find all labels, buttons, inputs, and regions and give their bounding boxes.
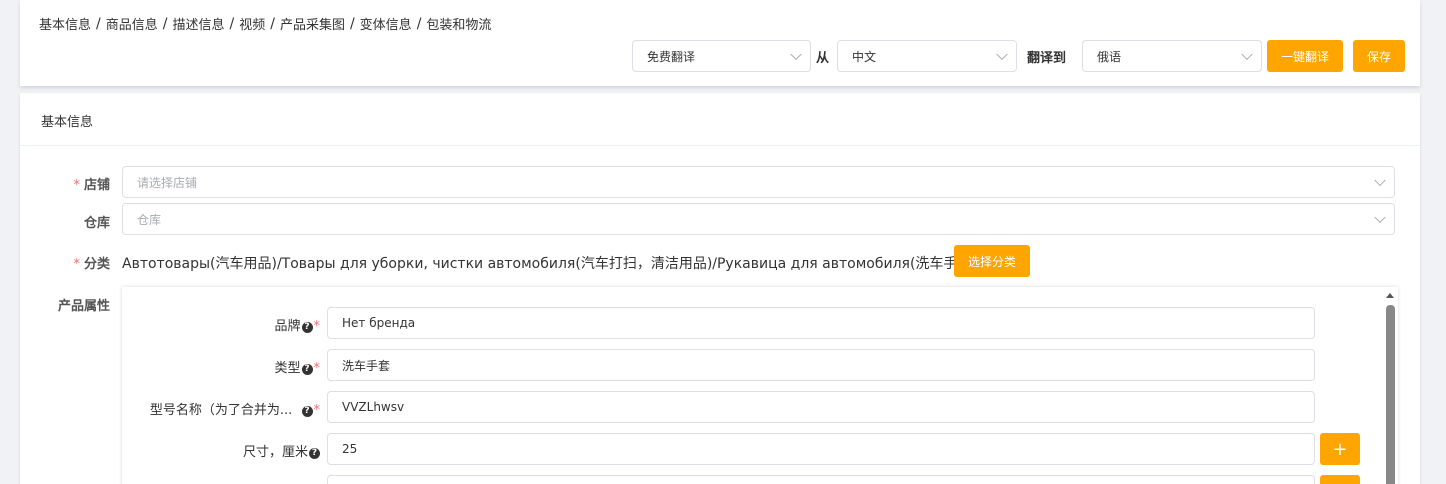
chevron-down-icon xyxy=(1241,48,1253,61)
attr-label-type: 类型? * xyxy=(274,361,320,376)
chevron-down-icon xyxy=(1374,211,1386,224)
required-mark: * xyxy=(73,257,80,272)
attr-input-brand[interactable]: Нет бренда xyxy=(327,307,1315,339)
store-select[interactable]: 请选择店铺 xyxy=(122,166,1395,198)
required-mark: * xyxy=(73,178,80,193)
attr-input-model-name[interactable]: VVZLhwsv xyxy=(327,391,1315,423)
one-click-translate-button[interactable]: 一键翻译 xyxy=(1267,40,1343,72)
nav-link-video[interactable]: 视频 xyxy=(239,14,265,33)
attr-input-next[interactable] xyxy=(327,475,1315,484)
target-language-select[interactable]: 俄语 xyxy=(1082,40,1262,72)
category-path: Автотовары(汽车用品)/Товары для уборки, чист… xyxy=(122,256,977,272)
help-icon[interactable]: ? xyxy=(301,322,313,333)
nav-link-product-info[interactable]: 商品信息 xyxy=(106,14,158,33)
nav-separator: / xyxy=(416,15,422,32)
nav-separator: / xyxy=(96,15,101,32)
add-value-button[interactable] xyxy=(1320,475,1360,484)
nav-separator: / xyxy=(162,15,168,32)
add-value-button[interactable]: + xyxy=(1320,433,1360,465)
chevron-down-icon xyxy=(1374,174,1386,187)
attributes-scrollbar[interactable] xyxy=(1382,287,1398,484)
select-category-button[interactable]: 选择分类 xyxy=(954,245,1030,277)
store-label: * 店铺 xyxy=(73,178,110,193)
source-language-value: 中文 xyxy=(852,49,877,64)
nav-separator: / xyxy=(229,15,235,32)
scroll-up-arrow-icon[interactable] xyxy=(1386,293,1394,298)
save-button[interactable]: 保存 xyxy=(1353,40,1405,72)
scrollbar-thumb[interactable] xyxy=(1386,305,1395,484)
target-language-value: 俄语 xyxy=(1097,49,1122,64)
nav-link-collected-images[interactable]: 产品采集图 xyxy=(280,14,345,33)
warehouse-placeholder: 仓库 xyxy=(137,212,162,227)
attr-input-type[interactable]: 洗车手套 xyxy=(327,349,1315,381)
help-icon[interactable]: ? xyxy=(309,448,320,459)
attributes-label: 产品属性 xyxy=(57,299,110,314)
nav-separator: / xyxy=(349,15,355,32)
attr-label-brand: 品牌? * xyxy=(274,319,320,334)
translate-engine-value: 免费翻译 xyxy=(647,49,696,64)
translate-engine-select[interactable]: 免费翻译 xyxy=(632,40,811,72)
store-placeholder: 请选择店铺 xyxy=(137,175,198,190)
translate-to-label: 翻译到 xyxy=(1027,51,1067,66)
chevron-down-icon xyxy=(996,48,1008,61)
nav-link-variants[interactable]: 变体信息 xyxy=(360,14,412,33)
nav-separator: / xyxy=(270,15,275,32)
attributes-panel[interactable]: 品牌? * Нет бренда 类型? * 洗车手套 型号名称（为了合并为... … xyxy=(122,287,1398,484)
nav-link-packaging[interactable]: 包装和物流 xyxy=(426,14,491,33)
attr-input-size[interactable]: 25 xyxy=(327,433,1315,465)
top-toolbar-card: 基本信息 / 商品信息 / 描述信息 / 视频 / 产品采集图 / 变体信息 /… xyxy=(20,0,1420,86)
nav-link-basic-info[interactable]: 基本信息 xyxy=(39,14,91,33)
attr-label-model-name: 型号名称（为了合并为... ? * xyxy=(149,403,320,418)
section-nav: 基本信息 / 商品信息 / 描述信息 / 视频 / 产品采集图 / 变体信息 /… xyxy=(39,14,491,34)
warehouse-select[interactable]: 仓库 xyxy=(122,203,1395,235)
nav-link-description[interactable]: 描述信息 xyxy=(172,14,224,33)
source-language-select[interactable]: 中文 xyxy=(837,40,1017,72)
chevron-down-icon xyxy=(790,48,802,61)
category-label: * 分类 xyxy=(73,257,110,272)
divider xyxy=(20,145,1420,146)
warehouse-label: 仓库 xyxy=(83,216,110,231)
attr-label-size: 尺寸，厘米? xyxy=(243,441,320,460)
from-label: 从 xyxy=(816,51,830,66)
help-icon[interactable]: ? xyxy=(301,364,313,375)
help-icon[interactable]: ? xyxy=(301,406,313,417)
section-title: 基本信息 xyxy=(41,115,94,130)
